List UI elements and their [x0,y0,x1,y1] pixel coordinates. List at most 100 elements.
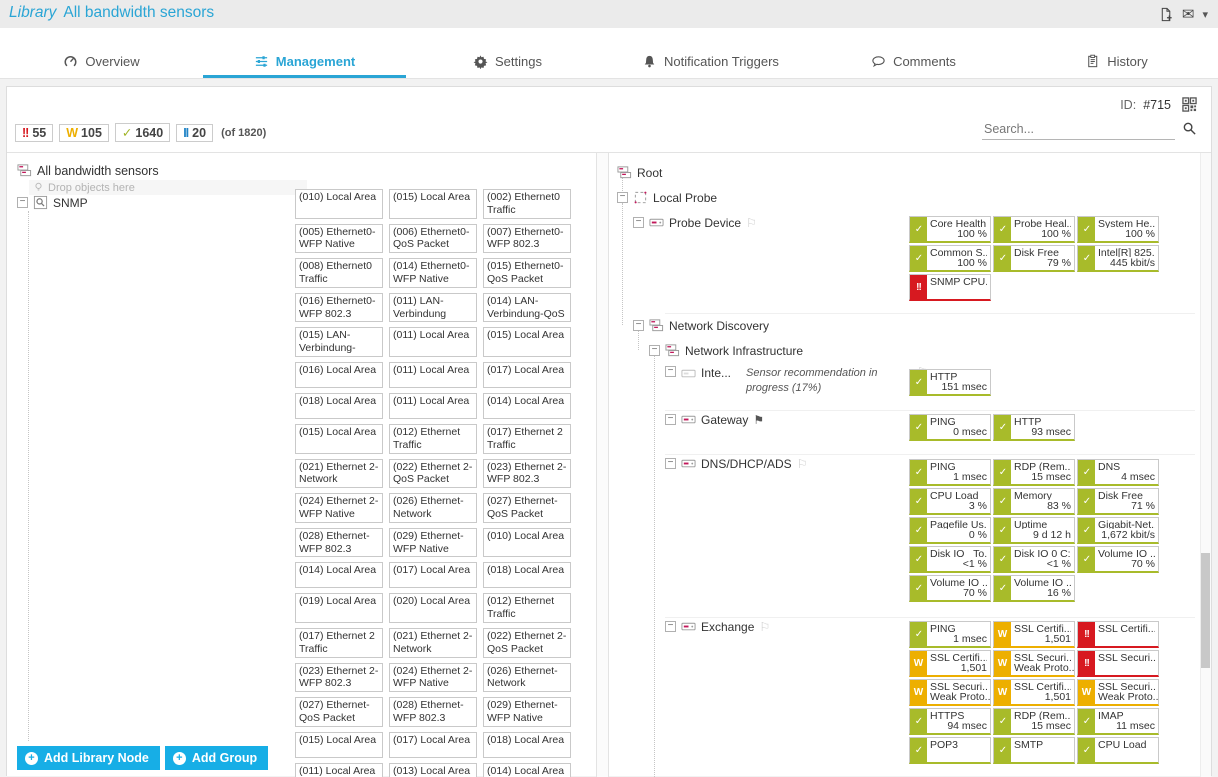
library-sensor-box[interactable]: (024) Ethernet 2-WFP Native [389,663,477,693]
library-sensor-box[interactable]: (011) LAN-Verbindung [389,293,477,323]
collapse-icon[interactable]: − [649,345,660,356]
library-sensor-box[interactable]: (029) Ethernet-WFP Native [389,528,477,558]
sensor-box[interactable]: WSSL Certifi...1,501 [993,679,1075,706]
library-sensor-box[interactable]: (015) Ethernet0-QoS Packet [483,258,571,288]
library-sensor-box[interactable]: (018) Local Area [483,562,571,588]
library-node-snmp[interactable]: − SNMP [17,195,88,210]
library-sensor-box[interactable]: (018) Local Area [483,732,571,758]
caret-down-icon[interactable]: ▾ [1202,8,1208,21]
collapse-icon[interactable]: − [665,458,676,469]
sensor-box[interactable]: ✓Volume IO ...16 % [993,575,1075,602]
library-sensor-box[interactable]: (018) Local Area [295,393,383,419]
library-sensor-box[interactable]: (011) Local Area [389,362,477,388]
flag-icon[interactable]: ⚐ [746,217,757,229]
library-sensor-box[interactable]: (015) Local Area [389,189,477,219]
email-icon[interactable]: ✉ [1182,5,1195,23]
library-sensor-box[interactable]: (010) Local Area [295,189,383,219]
paused-count-badge[interactable]: II20 [176,124,213,142]
library-sensor-box[interactable]: (006) Ethernet0-QoS Packet [389,224,477,254]
sensor-box[interactable]: !!SSL Securi... [1077,650,1159,677]
library-sensor-box[interactable]: (014) Local Area [295,562,383,588]
sensor-box[interactable]: ✓Disk Free71 % [1077,488,1159,515]
sensor-box[interactable]: ✓Probe Heal...100 % [993,216,1075,243]
collapse-icon[interactable]: − [633,217,644,228]
sensor-box[interactable]: ✓PING1 msec [909,459,991,486]
sensor-box[interactable]: ✓CPU Load3 % [909,488,991,515]
add-group-button[interactable]: + Add Group [165,746,268,770]
library-sensor-box[interactable]: (015) Local Area [295,424,383,454]
sensor-box[interactable]: ✓Uptime9 d 12 h [993,517,1075,544]
tab-overview[interactable]: Overview [0,47,203,78]
error-count-badge[interactable]: !!55 [15,124,53,142]
sensor-box[interactable]: ✓Memory83 % [993,488,1075,515]
library-sensor-box[interactable]: (010) Local Area [483,528,571,558]
collapse-icon[interactable]: − [665,366,676,377]
tree-node-network-discovery[interactable]: − Network Discovery [633,318,769,333]
library-sensor-box[interactable]: (016) Local Area [295,362,383,388]
tab-comments[interactable]: Comments [812,47,1015,78]
search-icon[interactable] [1182,121,1197,136]
tree-node-local-probe[interactable]: − Local Probe [617,190,717,205]
library-sensor-box[interactable]: (028) Ethernet-WFP 802.3 [295,528,383,558]
flag-icon[interactable]: ⚐ [797,458,808,470]
tab-history[interactable]: History [1015,47,1218,78]
library-sensor-box[interactable]: (016) Ethernet0-WFP 802.3 [295,293,383,323]
flag-icon[interactable]: ⚐ [759,621,770,633]
sensor-box[interactable]: ✓SMTP [993,737,1075,764]
ok-count-badge[interactable]: ✓1640 [115,123,170,142]
library-sensor-box[interactable]: (015) Local Area [483,327,571,357]
library-sensor-box[interactable]: (014) Local Area [483,393,571,419]
tree-node-probe-device[interactable]: − Probe Device ⚐ [633,215,757,230]
library-sensor-box[interactable]: (028) Ethernet-WFP 802.3 [389,697,477,727]
sensor-box[interactable]: ✓CPU Load [1077,737,1159,764]
sensor-box[interactable]: ✓Common S...100 % [909,245,991,272]
library-sensor-box[interactable]: (023) Ethernet 2-WFP 802.3 [483,459,571,489]
sensor-box[interactable]: ✓Gigabit-Net...1,672 kbit/s [1077,517,1159,544]
sensor-box[interactable]: ✓Disk Free79 % [993,245,1075,272]
sensor-box[interactable]: ✓HTTP151 msec [909,369,991,396]
sensor-box[interactable]: ✓PING0 msec [909,414,991,441]
sensor-box[interactable]: !!SSL Certifi... [1077,621,1159,648]
library-sensor-box[interactable]: (012) Ethernet Traffic [389,424,477,454]
sensor-box[interactable]: WSSL Certifi...1,501 [909,650,991,677]
flag-icon-filled[interactable]: ⚑ [753,414,764,426]
sensor-box[interactable]: WSSL Securi...Weak Proto... [993,650,1075,677]
tab-management[interactable]: Management [203,47,406,78]
library-sensor-box[interactable]: (017) Local Area [483,362,571,388]
collapse-icon[interactable]: − [665,414,676,425]
sensor-box[interactable]: ✓POP3 [909,737,991,764]
sensor-box[interactable]: ✓DNS4 msec [1077,459,1159,486]
library-sensor-box[interactable]: (021) Ethernet 2-Network [295,459,383,489]
qr-code-icon[interactable] [1182,97,1197,112]
library-sensor-box[interactable]: (014) Local Area [483,763,571,777]
library-sensor-box[interactable]: (002) Ethernet0 Traffic [483,189,571,219]
sensor-box[interactable]: ✓PING1 msec [909,621,991,648]
sensor-box[interactable]: ✓HTTPS94 msec [909,708,991,735]
library-sensor-box[interactable]: (022) Ethernet 2-QoS Packet [389,459,477,489]
library-sensor-box[interactable]: (007) Ethernet0-WFP 802.3 [483,224,571,254]
library-sensor-box[interactable]: (014) LAN-Verbindung-QoS [483,293,571,323]
sensor-box[interactable]: ✓HTTP93 msec [993,414,1075,441]
tree-node-internet-device[interactable]: − Inte... Sensor recommendation in progr… [665,366,928,396]
library-sensor-box[interactable]: (022) Ethernet 2-QoS Packet [483,628,571,658]
scrollbar-thumb[interactable] [1201,553,1210,668]
library-sensor-box[interactable]: (012) Ethernet Traffic [483,593,571,623]
library-sensor-box[interactable]: (017) Local Area [389,732,477,758]
library-sensor-box[interactable]: (011) Local Area [295,763,383,777]
library-sensor-box[interactable]: (019) Local Area [295,593,383,623]
library-sensor-box[interactable]: (020) Local Area [389,593,477,623]
tree-node-network-infrastructure[interactable]: − Network Infrastructure [649,343,803,358]
sensor-box[interactable]: ✓Volume IO ...70 % [1077,546,1159,573]
library-sensor-box[interactable]: (027) Ethernet-QoS Packet [295,697,383,727]
warning-count-badge[interactable]: W105 [59,124,109,142]
sensor-box[interactable]: ✓System He...100 % [1077,216,1159,243]
library-sensor-box[interactable]: (029) Ethernet-WFP Native [483,697,571,727]
sensor-box[interactable]: WSSL Certifi...1,501 [993,621,1075,648]
library-sensor-box[interactable]: (005) Ethernet0-WFP Native [295,224,383,254]
add-library-node-button[interactable]: + Add Library Node [17,746,160,770]
panel-divider-scrollbar[interactable] [597,153,609,777]
sensor-box[interactable]: ✓Intel[R] 825...445 kbit/s [1077,245,1159,272]
new-window-icon[interactable] [1159,7,1174,22]
tree-node-gateway[interactable]: − Gateway ⚑ [665,412,764,427]
vertical-scrollbar[interactable] [1200,153,1211,777]
